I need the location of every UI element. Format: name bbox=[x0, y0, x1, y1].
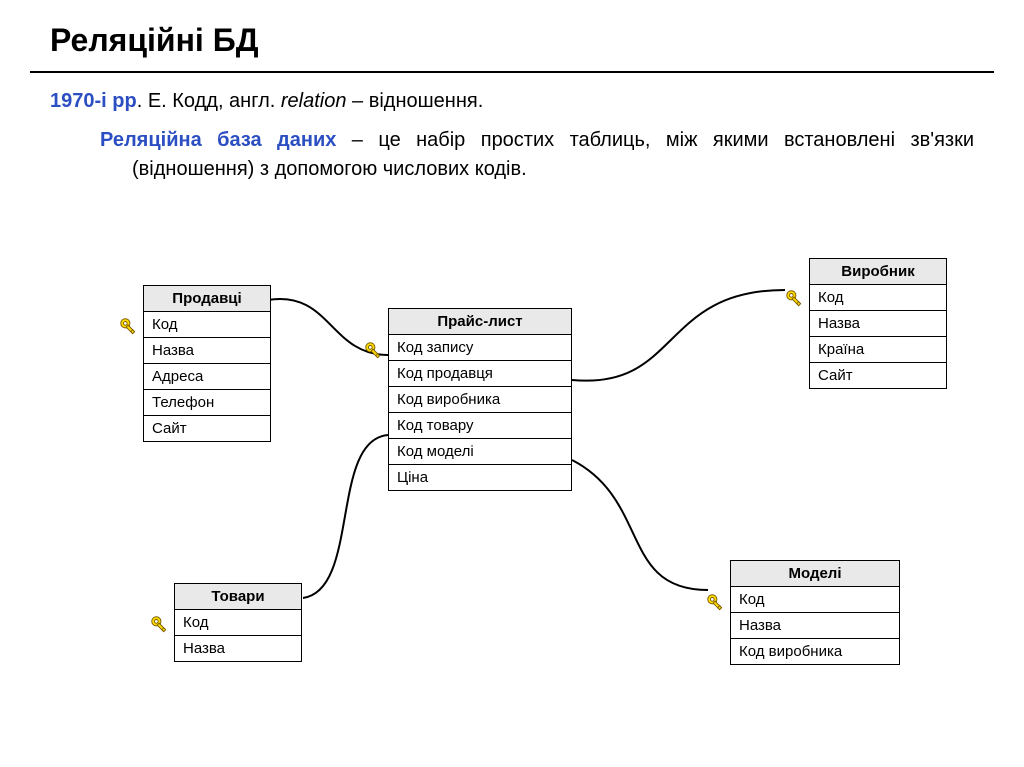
field: Код моделі bbox=[389, 439, 571, 465]
key-icon bbox=[363, 340, 385, 362]
entity-manufacturer-title: Виробник bbox=[810, 259, 946, 285]
field: Код bbox=[810, 285, 946, 311]
key-icon bbox=[118, 316, 140, 338]
field: Код bbox=[731, 587, 899, 613]
relation-italic: relation bbox=[281, 90, 347, 112]
field: Код bbox=[144, 312, 270, 338]
field: Код продавця bbox=[389, 361, 571, 387]
key-icon bbox=[784, 288, 806, 310]
entity-sellers: Продавці Код Назва Адреса Телефон Сайт bbox=[143, 285, 271, 442]
entity-pricelist-title: Прайс-лист bbox=[389, 309, 571, 335]
field: Адреса bbox=[144, 364, 270, 390]
entity-models: Моделі Код Назва Код виробника bbox=[730, 560, 900, 665]
field: Назва bbox=[810, 311, 946, 337]
title-divider bbox=[30, 71, 994, 73]
field: Країна bbox=[810, 337, 946, 363]
slide-title: Реляційні БД bbox=[0, 0, 1024, 71]
field: Сайт bbox=[144, 416, 270, 441]
field: Сайт bbox=[810, 363, 946, 388]
entity-sellers-title: Продавці bbox=[144, 286, 270, 312]
body-text: 1970-і рр. Е. Кодд, англ. relation – від… bbox=[0, 87, 1024, 184]
entity-pricelist: Прайс-лист Код запису Код продавця Код в… bbox=[388, 308, 572, 491]
field: Код товару bbox=[389, 413, 571, 439]
field: Код bbox=[175, 610, 301, 636]
key-icon bbox=[149, 614, 171, 636]
field: Код виробника bbox=[731, 639, 899, 664]
er-diagram-canvas: Продавці Код Назва Адреса Телефон Сайт П… bbox=[0, 240, 1024, 740]
entity-goods: Товари Код Назва bbox=[174, 583, 302, 662]
key-icon bbox=[705, 592, 727, 614]
entity-goods-title: Товари bbox=[175, 584, 301, 610]
year-highlight: 1970-і рр bbox=[50, 90, 137, 112]
intro-line-2: Реляційна база даних – це набір простих … bbox=[50, 126, 974, 184]
field: Ціна bbox=[389, 465, 571, 490]
field: Назва bbox=[175, 636, 301, 661]
entity-manufacturer: Виробник Код Назва Країна Сайт bbox=[809, 258, 947, 389]
intro-line-1: 1970-і рр. Е. Кодд, англ. relation – від… bbox=[50, 87, 974, 116]
field: Телефон bbox=[144, 390, 270, 416]
term-highlight: Реляційна база даних bbox=[100, 129, 336, 151]
entity-models-title: Моделі bbox=[731, 561, 899, 587]
field: Код виробника bbox=[389, 387, 571, 413]
field: Код запису bbox=[389, 335, 571, 361]
field: Назва bbox=[144, 338, 270, 364]
field: Назва bbox=[731, 613, 899, 639]
